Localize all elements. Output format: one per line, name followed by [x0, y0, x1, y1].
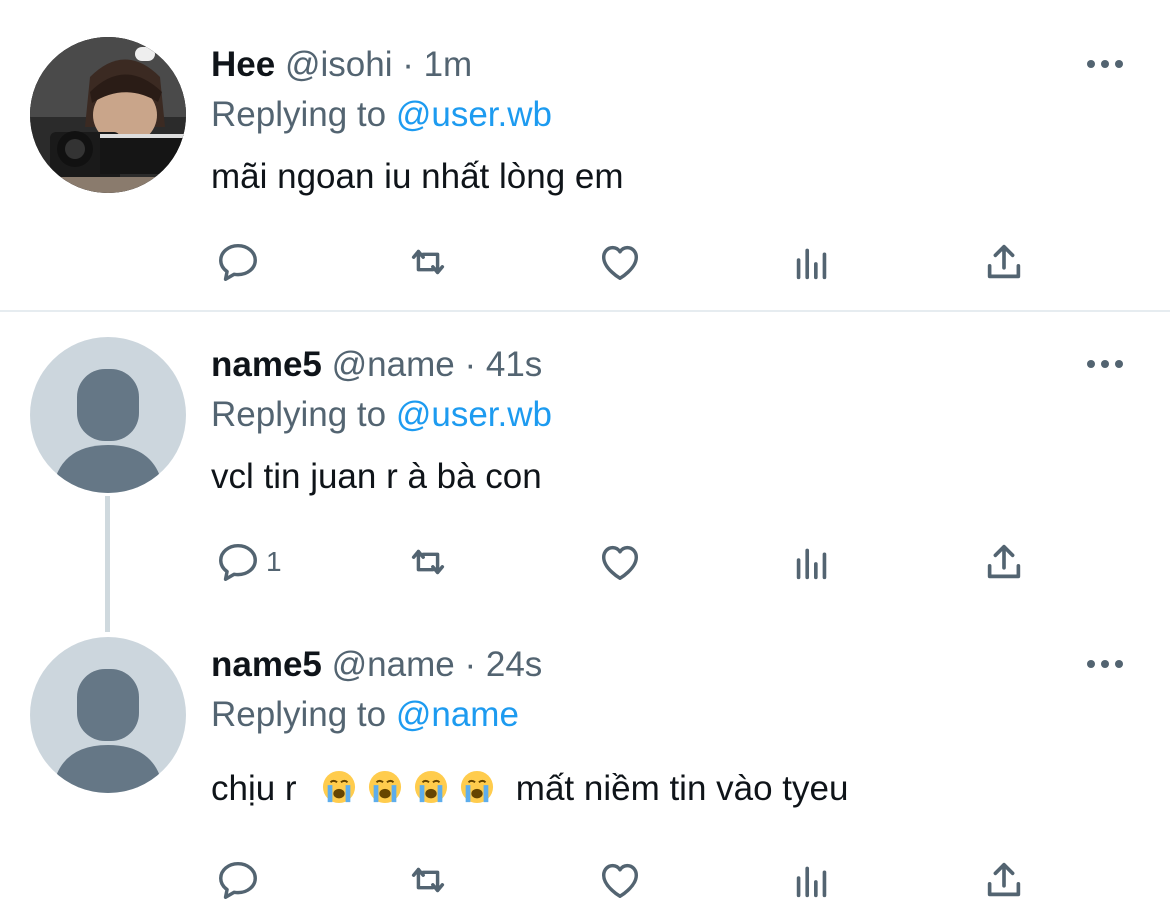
default-profile-icon — [52, 669, 164, 793]
replying-to: Replying to @name — [211, 695, 519, 735]
reply-icon — [219, 861, 257, 899]
tweet-header: Hee @isohi · 1m — [211, 45, 472, 85]
replying-to-label: Replying to — [211, 695, 387, 734]
heart-icon — [601, 545, 639, 581]
analytics-icon — [796, 866, 827, 898]
retweet-icon — [411, 549, 445, 575]
avatar[interactable] — [30, 637, 186, 793]
tweet-text: vcl tin juan r à bà con — [211, 457, 542, 496]
more-icon[interactable] — [1087, 658, 1127, 670]
replying-to-label: Replying to — [211, 395, 387, 434]
handle[interactable]: @name — [332, 645, 455, 684]
replying-to: Replying to @user.wb — [211, 95, 552, 135]
analytics-icon — [796, 248, 827, 280]
tweet[interactable]: name5 @name · 41s Replying to @user.wb v… — [0, 312, 1170, 630]
timestamp[interactable]: 1m — [424, 45, 473, 84]
like-button[interactable] — [590, 232, 650, 292]
views-button[interactable] — [782, 850, 842, 910]
display-name[interactable]: name5 — [211, 645, 322, 684]
retweet-icon — [411, 249, 445, 275]
share-button[interactable] — [974, 850, 1034, 910]
tweet-text-start: chịu r — [211, 769, 297, 808]
reply-mention-link[interactable]: @user.wb — [396, 95, 552, 134]
replying-to-label: Replying to — [211, 95, 387, 134]
avatar[interactable] — [30, 337, 186, 493]
loudly-crying-face-emoji — [323, 770, 356, 804]
tweet-text: mãi ngoan iu nhất lòng em — [211, 157, 624, 196]
share-icon — [987, 862, 1021, 897]
retweet-button[interactable] — [398, 532, 458, 592]
share-icon — [987, 244, 1021, 279]
share-icon — [987, 544, 1021, 579]
timestamp[interactable]: 24s — [486, 645, 542, 684]
tweet-text-end: mất niềm tin vào tyeu — [515, 769, 849, 808]
reply-button[interactable] — [208, 850, 268, 910]
tweet-header: name5 @name · 24s — [211, 645, 542, 685]
reply-icon — [219, 543, 257, 581]
tweet-text: chịu r mất niềm tin vào tyeu — [211, 767, 848, 811]
display-name[interactable]: name5 — [211, 345, 322, 384]
loudly-crying-face-emoji — [461, 770, 494, 804]
more-icon[interactable] — [1087, 58, 1127, 70]
retweet-button[interactable] — [398, 850, 458, 910]
default-profile-icon — [52, 369, 164, 493]
avatar[interactable] — [30, 37, 186, 193]
reply-button[interactable] — [208, 232, 268, 292]
like-button[interactable] — [590, 532, 650, 592]
reply-icon — [219, 243, 257, 281]
separator: · — [464, 345, 477, 384]
like-button[interactable] — [590, 850, 650, 910]
retweet-button[interactable] — [398, 232, 458, 292]
tweet[interactable]: Hee @isohi · 1m Replying to @user.wb mãi… — [0, 0, 1170, 310]
views-button[interactable] — [782, 532, 842, 592]
tweet-header: name5 @name · 41s — [211, 345, 542, 385]
heart-icon — [601, 863, 639, 899]
timestamp[interactable]: 41s — [486, 345, 542, 384]
retweet-icon — [411, 867, 445, 893]
replying-to: Replying to @user.wb — [211, 395, 552, 435]
reply-button[interactable]: 1 — [208, 532, 318, 592]
reply-count: 1 — [266, 546, 282, 577]
handle[interactable]: @name — [332, 345, 455, 384]
share-button[interactable] — [974, 232, 1034, 292]
handle[interactable]: @isohi — [285, 45, 393, 84]
separator: · — [402, 45, 414, 84]
reply-mention-link[interactable]: @user.wb — [396, 395, 552, 434]
profile-photo — [30, 37, 186, 193]
analytics-icon — [796, 548, 827, 580]
share-button[interactable] — [974, 532, 1034, 592]
tweet[interactable]: name5 @name · 24s Replying to @name chịu… — [0, 612, 1170, 922]
loudly-crying-face-emoji — [369, 770, 402, 804]
heart-icon — [601, 245, 639, 281]
reply-mention-link[interactable]: @name — [396, 695, 519, 734]
separator: · — [464, 645, 477, 684]
views-button[interactable] — [782, 232, 842, 292]
display-name[interactable]: Hee — [211, 45, 275, 84]
more-icon[interactable] — [1087, 358, 1127, 370]
loudly-crying-face-emoji — [415, 770, 448, 804]
